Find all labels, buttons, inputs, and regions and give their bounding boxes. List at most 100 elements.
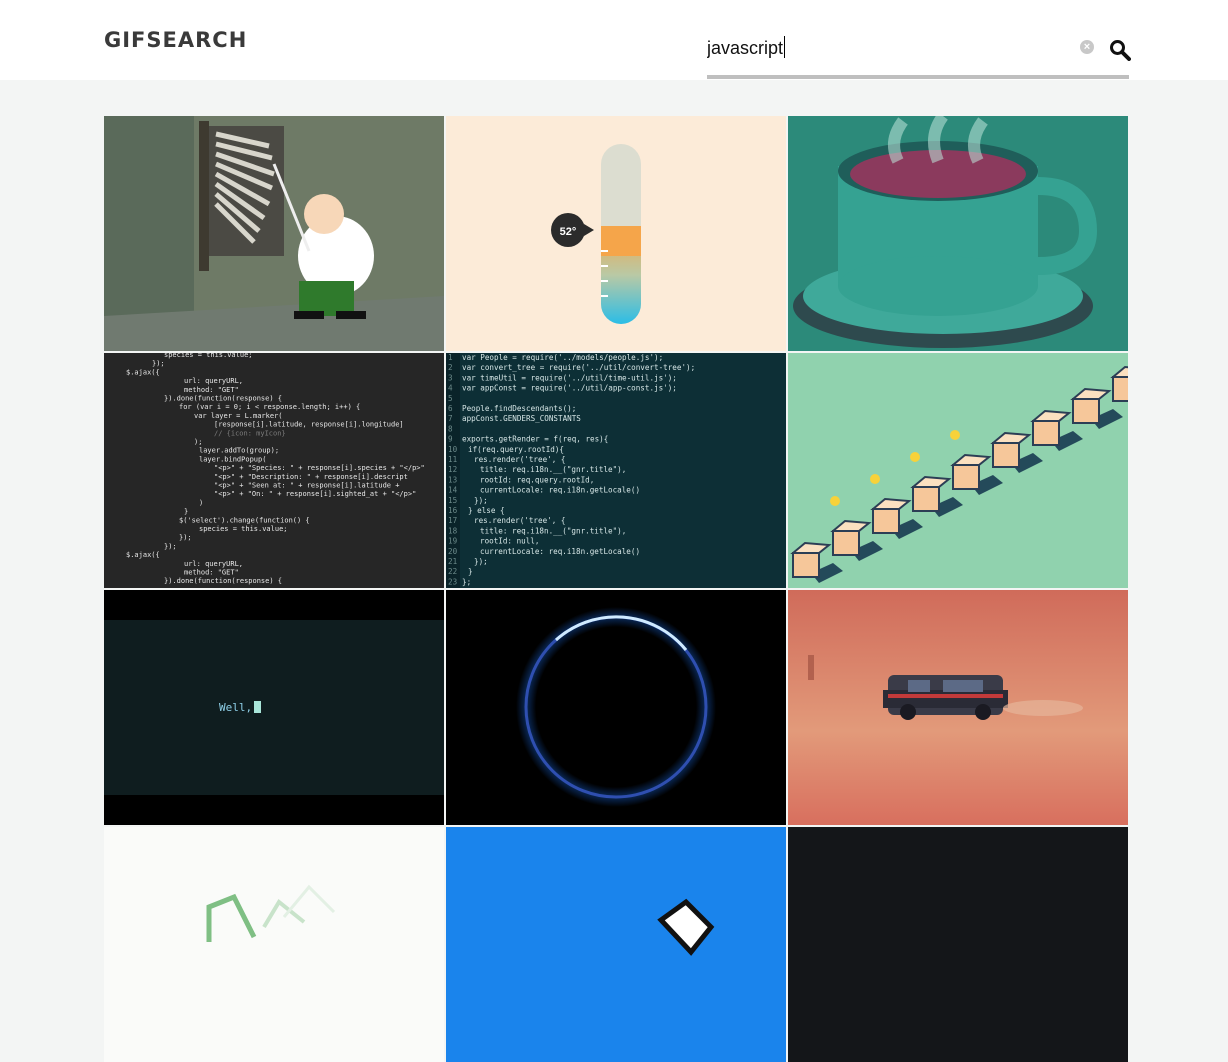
code-line: var convert_tree = require('../util/conv… (462, 363, 695, 372)
code-line: $.ajax({ (126, 551, 160, 559)
code-line: } (468, 567, 473, 576)
code-line: } (184, 508, 188, 516)
code-line: $.ajax({ (126, 368, 160, 376)
search-bar: × (707, 30, 1131, 80)
green-shapes-gif (104, 827, 444, 1062)
code-line: [response[i].latitude, response[i].longi… (214, 421, 404, 429)
code-line: layer.addTo(group); (199, 447, 279, 455)
code-line: url: queryURL, (184, 377, 243, 385)
top-header: GIFSEARCH × (0, 0, 1228, 80)
code-line: }); (179, 534, 192, 542)
line-number: 12 (448, 465, 457, 474)
code-line: layer.bindPopup( (199, 455, 266, 463)
gif-tile-5[interactable]: 1 var People = require('../models/people.… (446, 353, 786, 588)
gif-tile-6[interactable] (788, 353, 1128, 588)
gif-tile-11[interactable] (446, 827, 786, 1062)
glowing-ring-gif (446, 590, 786, 825)
terminal-gif: Well, (104, 590, 444, 825)
line-number: 9 (448, 435, 453, 444)
line-number: 3 (448, 373, 453, 382)
thermometer-gif: 52° (446, 116, 786, 351)
gif-tile-1[interactable] (104, 116, 444, 351)
duck (830, 496, 840, 506)
thermometer-label: 52° (560, 226, 577, 238)
code-line: "<p>" + "Species: " + response[i].specie… (214, 464, 425, 472)
terminal-text: Well, (219, 701, 252, 714)
cartoon-blinds-gif (104, 116, 444, 351)
code-line: currentLocale: req.i18n.getLocale() (480, 547, 640, 556)
line-number: 11 (448, 455, 458, 464)
code-line: species = this.value; (199, 525, 288, 533)
text-caret (784, 36, 785, 58)
clear-icon[interactable]: × (1080, 40, 1094, 54)
line-number: 21 (448, 557, 458, 566)
code-line: if(req.query.rootId){ (468, 445, 564, 454)
duck (950, 430, 960, 440)
code-line: }); (152, 360, 165, 368)
code-line: for (var i = 0; i < response.length; i++… (179, 403, 360, 411)
search-underline (707, 75, 1129, 79)
code-line: var People = require('../models/people.j… (462, 353, 663, 362)
line-number: 16 (448, 506, 458, 515)
gif-grid: 52° species = this.value;}); $.ajax({url:… (104, 116, 1129, 1062)
code-line: $('select').change(function() { (179, 516, 310, 524)
code-line: }; (462, 577, 471, 586)
gif-tile-3[interactable] (788, 116, 1128, 351)
code-line: }).done(function(response) { (164, 395, 282, 403)
line-number: 19 (448, 537, 458, 546)
code-line: res.render('tree', { (474, 455, 565, 464)
line-number: 6 (448, 404, 453, 413)
code-editor-dark-gif: species = this.value;});$.ajax({url: que… (104, 353, 444, 588)
coffee-cup-gif (788, 116, 1128, 351)
line-number: 23 (448, 577, 457, 586)
code-line: }).done(function(response) { (164, 577, 282, 585)
code-line: "<p>" + "On: " + response[i].sighted_at … (214, 490, 416, 498)
code-line: rootId: null, (480, 537, 539, 546)
code-line: res.render('tree', { (474, 516, 565, 525)
code-line: }); (474, 557, 488, 566)
boxes-ducks-gif (788, 353, 1128, 588)
code-line: method: "GET" (184, 569, 239, 577)
code-line: "<p>" + "Seen at: " + response[i].latitu… (214, 482, 399, 490)
code-line: ) (199, 499, 203, 507)
code-line: method: "GET" (184, 386, 239, 394)
line-number: 14 (448, 486, 458, 495)
gif-tile-12[interactable] (788, 827, 1128, 1062)
line-number: 7 (448, 414, 453, 423)
dark-gif (788, 827, 1128, 1062)
code-line: title: req.i18n.__("gnr.title"), (480, 526, 626, 535)
code-line: "<p>" + "Description: " + response[i].de… (214, 473, 408, 481)
search-input[interactable] (707, 36, 1067, 60)
duck (910, 452, 920, 462)
code-line: var layer = L.marker( (194, 412, 283, 420)
code-line: species = this.value; (164, 353, 253, 359)
line-number: 5 (448, 394, 453, 403)
code-line: ); (194, 438, 202, 446)
line-number: 13 (448, 475, 457, 484)
line-number: 15 (448, 496, 457, 505)
code-line: var timeUtil = require('../util/time-uti… (462, 373, 677, 382)
line-number: 17 (448, 516, 457, 525)
gif-tile-8[interactable] (446, 590, 786, 825)
code-line: } else { (468, 506, 505, 515)
gif-tile-4[interactable]: species = this.value;}); $.ajax({url: que… (104, 353, 444, 588)
line-number: 10 (448, 445, 458, 454)
line-number: 20 (448, 547, 458, 556)
code-line: var appConst = require('../util/app-cons… (462, 384, 677, 393)
line-number: 22 (448, 567, 457, 576)
search-icon[interactable] (1109, 39, 1131, 61)
gif-tile-10[interactable] (104, 827, 444, 1062)
code-editor-teal-gif: 1 var People = require('../models/people.… (446, 353, 786, 588)
gif-tile-2[interactable]: 52° (446, 116, 786, 351)
code-line: People.findDescendants(); (462, 404, 576, 413)
code-line: }); (164, 542, 177, 550)
gif-tile-9[interactable] (788, 590, 1128, 825)
code-line: appConst.GENDERS_CONSTANTS (462, 414, 581, 423)
code-line: title: req.i18n.__("gnr.title"), (480, 465, 626, 474)
app-logo[interactable]: GIFSEARCH (104, 28, 247, 52)
code-line: // {icon: myIcon} (214, 429, 286, 437)
gif-tile-7[interactable]: Well, (104, 590, 444, 825)
code-line: }); (474, 496, 488, 505)
line-number: 1 (448, 353, 453, 362)
code-line: url: queryURL, (184, 560, 243, 568)
